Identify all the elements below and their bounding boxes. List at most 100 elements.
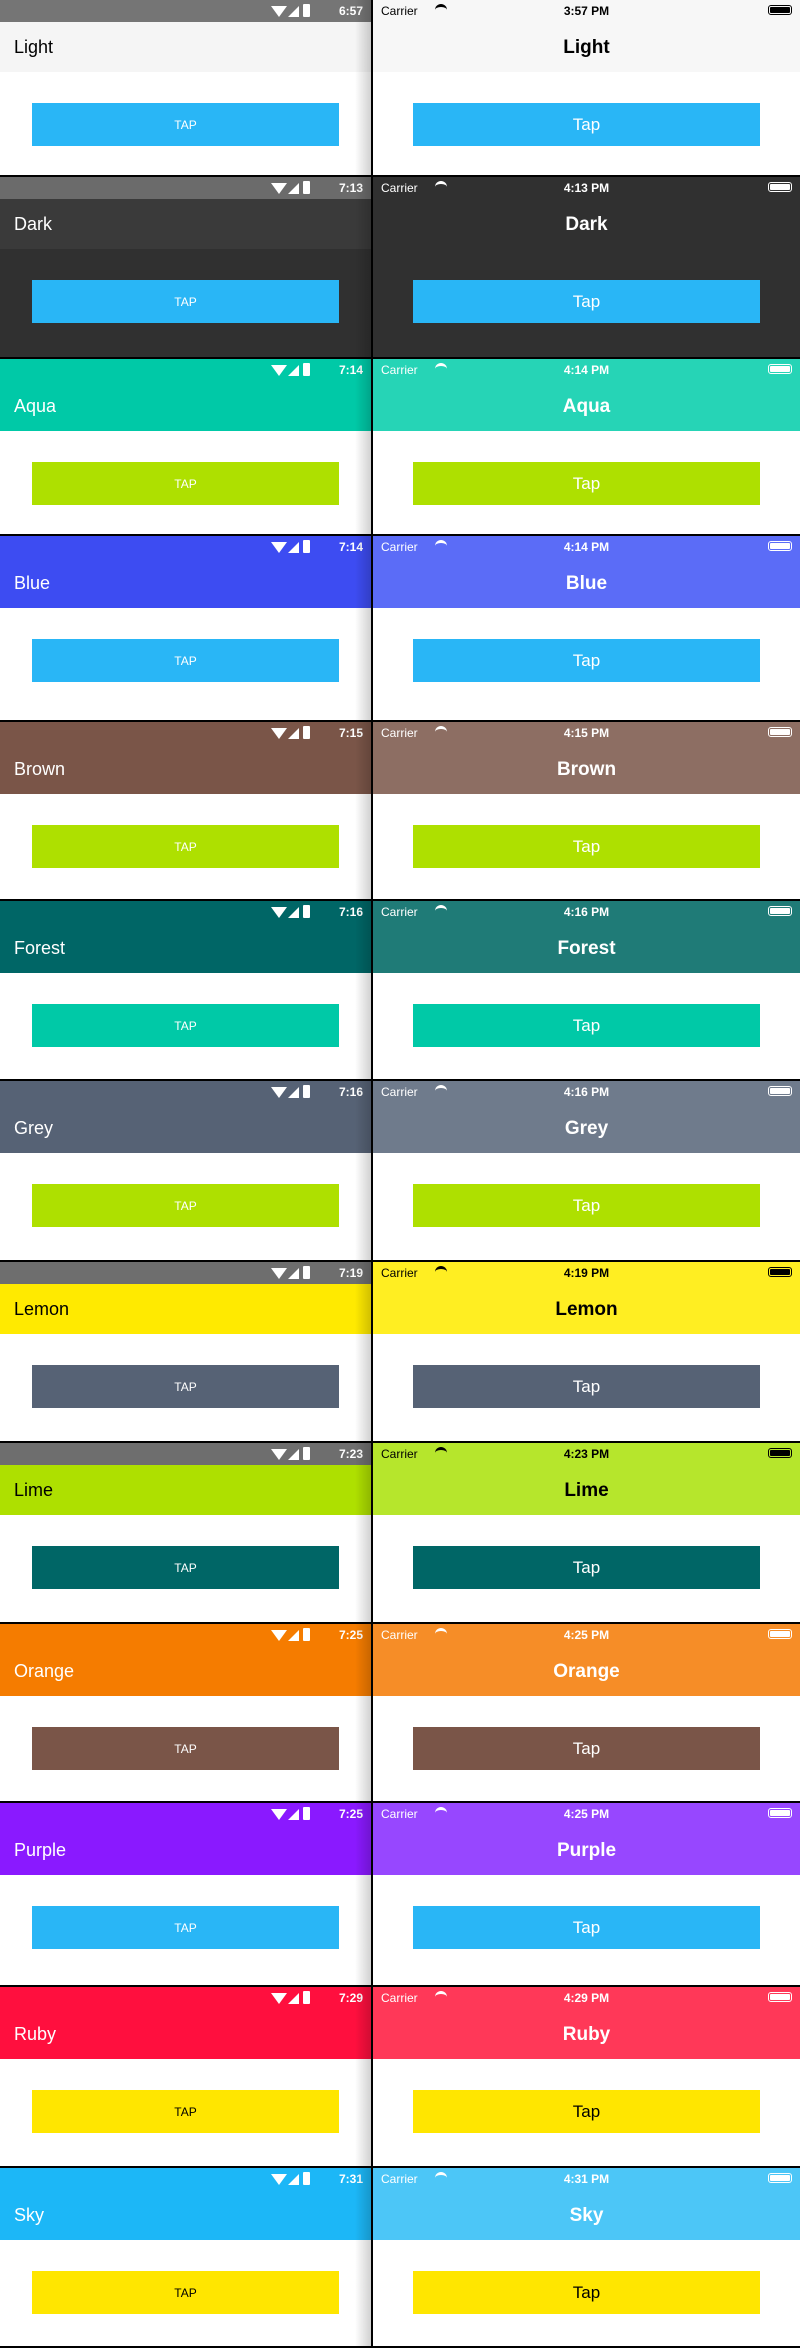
page-title: Light <box>563 37 610 58</box>
status-time: 4:16 PM <box>563 1085 610 1099</box>
tap-button[interactable]: Tap <box>413 1546 760 1589</box>
android-toolbar: Blue <box>0 558 371 608</box>
signal-icon <box>288 183 299 194</box>
battery-icon <box>768 1086 792 1096</box>
ios-screen: Carrier 4:31 PM Sky Tap <box>373 2168 800 2346</box>
status-icons <box>271 1446 321 1462</box>
status-time: 7:15 <box>338 726 363 740</box>
tap-button[interactable]: Tap <box>413 1184 760 1227</box>
android-content: TAP <box>0 973 371 1079</box>
status-icons <box>271 1990 321 2006</box>
android-screen: 6:57 Light TAP <box>0 0 371 175</box>
tap-button[interactable]: TAP <box>32 639 339 682</box>
signal-icon <box>288 1630 299 1641</box>
wifi-icon <box>271 2174 287 2185</box>
battery-icon <box>303 181 310 194</box>
signal-icon <box>288 1449 299 1460</box>
theme-row-aqua: 7:14 Aqua TAP Carrier 4:14 PM Aqua Tap <box>0 359 800 534</box>
tap-button[interactable]: TAP <box>32 280 339 323</box>
battery-icon <box>303 1085 310 1098</box>
android-screen: 7:31 Sky TAP <box>0 2168 371 2346</box>
theme-row-light: 6:57 Light TAP Carrier 3:57 PM Light Tap <box>0 0 800 175</box>
android-toolbar: Forest <box>0 923 371 973</box>
ios-screen: Carrier 4:19 PM Lemon Tap <box>373 1262 800 1441</box>
tap-button[interactable]: Tap <box>413 1906 760 1949</box>
battery-icon <box>303 1807 310 1820</box>
battery-icon <box>303 1266 310 1279</box>
tap-button[interactable]: Tap <box>413 462 760 505</box>
android-toolbar: Aqua <box>0 381 371 431</box>
theme-row-grey: 7:16 Grey TAP Carrier 4:16 PM Grey Tap <box>0 1081 800 1260</box>
tap-button[interactable]: TAP <box>32 1365 339 1408</box>
android-content: TAP <box>0 2059 371 2166</box>
battery-icon <box>303 4 310 17</box>
status-icons <box>271 539 321 555</box>
battery-icon <box>303 726 310 739</box>
tap-button[interactable]: TAP <box>32 2271 339 2314</box>
tap-button[interactable]: Tap <box>413 639 760 682</box>
page-title: Blue <box>565 573 608 594</box>
tap-button[interactable]: TAP <box>32 825 339 868</box>
ios-navigation-bar: Sky <box>373 2190 800 2240</box>
android-content: TAP <box>0 72 371 175</box>
tap-button[interactable]: Tap <box>413 2090 760 2133</box>
ios-navigation-bar: Dark <box>373 199 800 249</box>
android-screen: 7:23 Lime TAP <box>0 1443 371 1622</box>
ios-status-bar: Carrier 4:25 PM <box>373 1624 800 1646</box>
battery-icon <box>768 1808 792 1818</box>
android-status-bar: 7:31 <box>0 2168 371 2190</box>
ios-status-bar: Carrier 4:14 PM <box>373 536 800 558</box>
android-content: TAP <box>0 1334 371 1441</box>
tap-button[interactable]: TAP <box>32 1727 339 1770</box>
wifi-icon <box>271 1449 287 1460</box>
ios-screen: Carrier 4:14 PM Blue Tap <box>373 536 800 720</box>
status-icons <box>271 3 321 19</box>
battery-icon <box>303 905 310 918</box>
tap-button[interactable]: TAP <box>32 1004 339 1047</box>
ios-navigation-bar: Ruby <box>373 2009 800 2059</box>
android-content: TAP <box>0 608 371 720</box>
tap-button[interactable]: TAP <box>32 2090 339 2133</box>
status-icons <box>271 1265 321 1281</box>
android-screen: 7:29 Ruby TAP <box>0 1987 371 2166</box>
android-toolbar: Lime <box>0 1465 371 1515</box>
tap-button[interactable]: Tap <box>413 1365 760 1408</box>
battery-icon <box>768 364 792 374</box>
tap-button[interactable]: Tap <box>413 280 760 323</box>
android-toolbar: Light <box>0 22 371 72</box>
status-time: 4:31 PM <box>563 2172 610 2186</box>
page-title: Brown <box>556 759 617 780</box>
status-icons <box>271 725 321 741</box>
theme-row-ruby: 7:29 Ruby TAP Carrier 4:29 PM Ruby Tap <box>0 1987 800 2166</box>
tap-button[interactable]: TAP <box>32 1184 339 1227</box>
ios-screen: Carrier 4:14 PM Aqua Tap <box>373 359 800 534</box>
tap-button[interactable]: TAP <box>32 1906 339 1949</box>
tap-button[interactable]: TAP <box>32 462 339 505</box>
signal-icon <box>288 1809 299 1820</box>
ios-content: Tap <box>373 1153 800 1260</box>
ios-status-bar: Carrier 4:29 PM <box>373 1987 800 2009</box>
tap-button[interactable]: TAP <box>32 1546 339 1589</box>
tap-button[interactable]: Tap <box>413 2271 760 2314</box>
page-title: Orange <box>553 1661 620 1682</box>
status-icons <box>271 904 321 920</box>
android-screen: 7:25 Orange TAP <box>0 1624 371 1801</box>
theme-row-dark: 7:13 Dark TAP Carrier 4:13 PM Dark Tap <box>0 177 800 357</box>
ios-status-bar: Carrier 4:19 PM <box>373 1262 800 1284</box>
page-title: Forest <box>557 938 616 959</box>
wifi-icon <box>271 1993 287 2004</box>
tap-button[interactable]: Tap <box>413 103 760 146</box>
ios-screen: Carrier 4:25 PM Orange Tap <box>373 1624 800 1801</box>
tap-button[interactable]: Tap <box>413 1727 760 1770</box>
status-time: 7:29 <box>338 1991 363 2005</box>
signal-icon <box>288 1087 299 1098</box>
android-content: TAP <box>0 1875 371 1985</box>
android-status-bar: 7:23 <box>0 1443 371 1465</box>
android-status-bar: 7:16 <box>0 1081 371 1103</box>
tap-button[interactable]: Tap <box>413 825 760 868</box>
status-time: 7:23 <box>338 1447 363 1461</box>
tap-button[interactable]: TAP <box>32 103 339 146</box>
tap-button[interactable]: Tap <box>413 1004 760 1047</box>
ios-status-bar: Carrier 4:23 PM <box>373 1443 800 1465</box>
theme-row-purple: 7:25 Purple TAP Carrier 4:25 PM Purple Tap <box>0 1803 800 1985</box>
